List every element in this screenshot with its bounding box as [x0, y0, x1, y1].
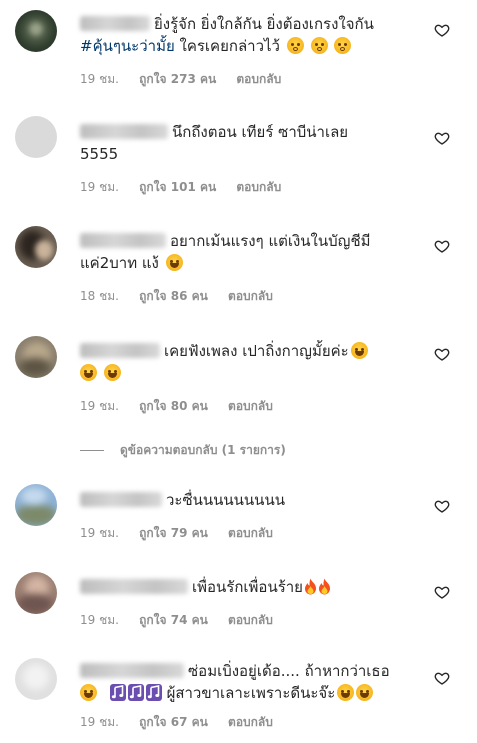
divider-line — [80, 450, 104, 451]
avatar[interactable] — [15, 336, 57, 378]
comment-meta: 19 ชม. ถูกใจ 101 คน ตอบกลับ — [80, 179, 412, 195]
music-notes-icon — [128, 684, 144, 701]
rolling-laughing-icon — [80, 364, 97, 381]
avatar[interactable] — [15, 484, 57, 526]
username[interactable] — [80, 663, 184, 678]
comment-meta: 18 ชม. ถูกใจ 86 คน ตอบกลับ — [80, 288, 412, 304]
timestamp[interactable]: 19 ชม. — [80, 526, 119, 540]
heart-outline-icon[interactable] — [434, 498, 450, 514]
reply-button[interactable]: ตอบกลับ — [228, 289, 273, 303]
hashtag-link[interactable]: #คุ้นๆนะว่ามั้ย — [80, 37, 175, 55]
like-count[interactable]: ถูกใจ 74 คน — [139, 613, 208, 627]
timestamp[interactable]: 19 ชม. — [80, 715, 119, 729]
comment-text-part: อยากเม้นแรงๆ แต่เงินในบัญชีมี — [170, 232, 371, 250]
comment-text-part: 5555 — [80, 145, 119, 163]
like-count[interactable]: ถูกใจ 80 คน — [139, 399, 208, 413]
reply-button[interactable]: ตอบกลับ — [236, 180, 281, 194]
comment-text-part: ผู้สาวขาเลาะเพราะดีนะจ๊ะ — [166, 684, 336, 702]
comment-meta: 19 ชม. ถูกใจ 80 คน ตอบกลับ — [80, 398, 412, 414]
username[interactable] — [80, 343, 160, 358]
comment-text: อยากเม้นแรงๆ แต่เงินในบัญชีมี แค่2บาท แง… — [80, 230, 412, 274]
like-count[interactable]: ถูกใจ 86 คน — [139, 289, 208, 303]
timestamp[interactable]: 18 ชม. — [80, 289, 119, 303]
comment-text-part: เคยฟังเพลง เปาถิ่งกาญมั้ยค่ะ — [164, 342, 349, 360]
username[interactable] — [80, 579, 188, 594]
heart-outline-icon[interactable] — [434, 22, 450, 38]
like-count[interactable]: ถูกใจ 273 คน — [139, 72, 216, 86]
view-replies-button[interactable]: ดูข้อความตอบกลับ (1 รายการ) — [80, 441, 286, 460]
timestamp[interactable]: 19 ชม. — [80, 72, 119, 86]
avatar[interactable] — [15, 10, 57, 52]
heart-outline-icon[interactable] — [434, 130, 450, 146]
heart-outline-icon[interactable] — [434, 584, 450, 600]
reply-button[interactable]: ตอบกลับ — [236, 72, 281, 86]
view-replies-label: ดูข้อความตอบกลับ (1 รายการ) — [120, 443, 286, 457]
rolling-laughing-icon — [350, 342, 368, 359]
username[interactable] — [80, 124, 168, 139]
comment-meta: 19 ชม. ถูกใจ 79 คน ตอบกลับ — [80, 525, 412, 541]
fire-icon — [318, 578, 331, 595]
fire-icon — [304, 578, 317, 595]
comment-text: เคยฟังเพลง เปาถิ่งกาญมั้ยค่ะ — [80, 340, 412, 384]
comment-text-part: เพื่อนรักเพื่อนร้าย — [192, 578, 303, 596]
comment-text: นึกถึงตอน เทียร์ ซาบีน่าเลย 5555 — [80, 121, 412, 165]
heart-outline-icon[interactable] — [434, 346, 450, 362]
timestamp[interactable]: 19 ชม. — [80, 180, 119, 194]
comment-text: วะซื่นนนนนนนนน — [80, 489, 412, 511]
music-notes-icon — [146, 684, 162, 701]
username[interactable] — [80, 233, 166, 248]
avatar[interactable] — [15, 226, 57, 268]
comment-text-part: นึกถึงตอน เทียร์ ซาบีน่าเลย — [172, 123, 349, 141]
grinning-squint-icon — [80, 684, 97, 701]
rolling-laughing-icon — [165, 254, 183, 271]
like-count[interactable]: ถูกใจ 101 คน — [139, 180, 216, 194]
heart-outline-icon[interactable] — [434, 238, 450, 254]
comment-text-part: ใครเคยกล่าวไว้ — [174, 37, 280, 55]
rolling-laughing-icon — [103, 364, 121, 381]
comment-meta: 19 ชม. ถูกใจ 67 คน ตอบกลับ — [80, 714, 412, 730]
username[interactable] — [80, 16, 150, 31]
comment-meta: 19 ชม. ถูกใจ 74 คน ตอบกลับ — [80, 612, 412, 628]
crying-face-icon — [334, 37, 352, 54]
reply-button[interactable]: ตอบกลับ — [228, 526, 273, 540]
grinning-squint-icon — [337, 684, 355, 701]
grinning-squint-icon — [356, 684, 374, 701]
username[interactable] — [80, 492, 162, 507]
comment-meta: 19 ชม. ถูกใจ 273 คน ตอบกลับ — [80, 71, 412, 87]
comment-text: ซ่อมเบิ่งอยู่เด้อ.... ถ้าหากว่าเธอ ผู้สา… — [80, 660, 412, 704]
comment-text-part: ซ่อมเบิ่งอยู่เด้อ.... ถ้าหากว่าเธอ — [188, 662, 390, 680]
like-count[interactable]: ถูกใจ 67 คน — [139, 715, 208, 729]
timestamp[interactable]: 19 ชม. — [80, 399, 119, 413]
timestamp[interactable]: 19 ชม. — [80, 613, 119, 627]
reply-button[interactable]: ตอบกลับ — [228, 399, 273, 413]
crying-face-icon — [310, 37, 328, 54]
avatar[interactable] — [15, 572, 57, 614]
like-count[interactable]: ถูกใจ 79 คน — [139, 526, 208, 540]
comment-text: เพื่อนรักเพื่อนร้าย — [80, 576, 412, 598]
comment-text-part: ยิ่งรู้จัก ยิ่งใกล้กัน ยิ่งต้องเกรงใจกัน — [154, 15, 374, 33]
heart-outline-icon[interactable] — [434, 670, 450, 686]
reply-button[interactable]: ตอบกลับ — [228, 715, 273, 729]
avatar[interactable] — [15, 116, 57, 158]
comment-text-part: แค่2บาท แง้ — [80, 254, 159, 272]
reply-button[interactable]: ตอบกลับ — [228, 613, 273, 627]
comment-text: ยิ่งรู้จัก ยิ่งใกล้กัน ยิ่งต้องเกรงใจกัน… — [80, 13, 412, 57]
avatar[interactable] — [15, 658, 57, 700]
music-notes-icon — [110, 684, 126, 701]
crying-face-icon — [286, 37, 304, 54]
comment-text-part: วะซื่นนนนนนนนน — [166, 491, 285, 509]
